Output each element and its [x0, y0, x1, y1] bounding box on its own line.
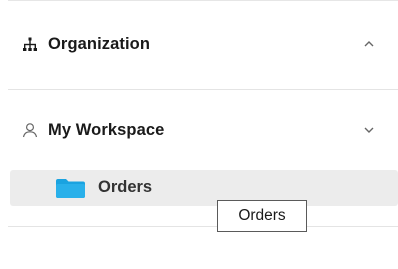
section-label-organization: Organization — [48, 34, 151, 53]
user-icon — [22, 122, 38, 138]
section-header-organization[interactable]: Organization — [8, 18, 398, 70]
tree-item-orders[interactable]: Orders — [10, 170, 398, 206]
section-header-my-workspace[interactable]: My Workspace — [8, 104, 398, 156]
chevron-down-icon[interactable] — [362, 123, 376, 137]
section-divider — [8, 226, 398, 227]
top-divider — [8, 0, 398, 1]
sitemap-icon — [22, 36, 38, 52]
section-divider — [8, 89, 398, 90]
navigation-panel: Organization My Workspace Orders Orders — [0, 0, 398, 269]
section-label-my-workspace: My Workspace — [48, 120, 165, 139]
tree-item-label: Orders — [98, 178, 153, 196]
tooltip-text: Orders — [238, 207, 286, 224]
chevron-up-icon[interactable] — [362, 37, 376, 51]
tooltip: Orders — [217, 200, 307, 232]
folder-icon — [56, 179, 85, 198]
